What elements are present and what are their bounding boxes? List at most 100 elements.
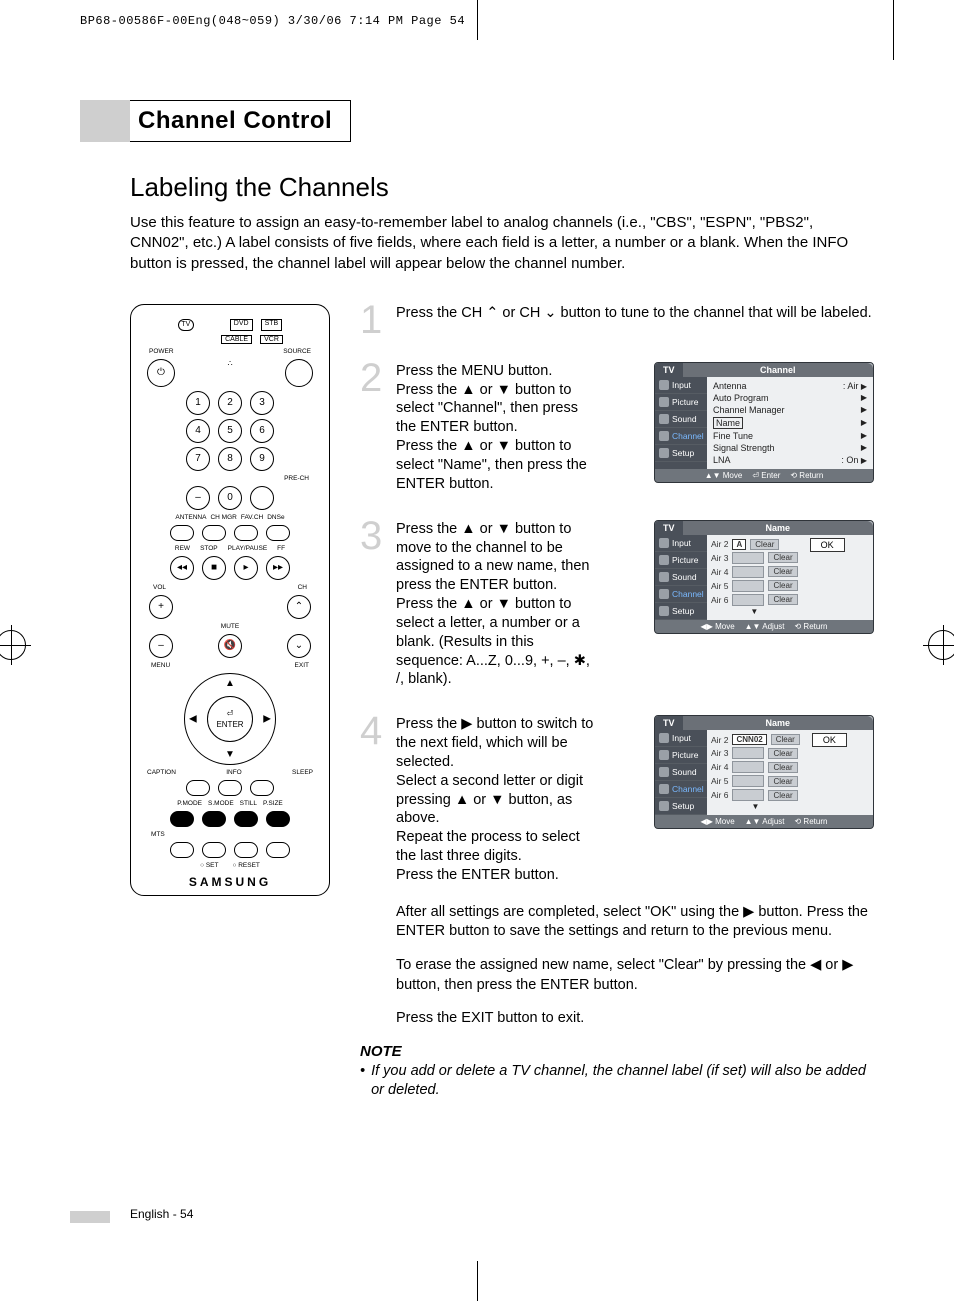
step-number: 3 — [360, 520, 386, 690]
bullet-icon: • — [360, 1062, 365, 1100]
page-folio: English - 54 — [130, 1207, 193, 1221]
remote-sleep-button — [250, 780, 274, 796]
remote-smode-label: S.MODE — [208, 800, 234, 807]
remote-pmode-label: P.MODE — [177, 800, 202, 807]
remote-illustration: TV DVD STB CABLE VCR POWER SOURCE ⏻ ∴ — [130, 304, 330, 896]
crop-mark-top — [477, 0, 478, 40]
step-number: 4 — [360, 715, 386, 885]
step-number: 2 — [360, 362, 386, 494]
osd-channel-menu: TVChannel Input Picture Sound Channel Se… — [654, 362, 874, 483]
step-1: 1 Press the CH ⌃ or CH ⌄ button to tune … — [360, 304, 874, 336]
remote-source-button — [285, 359, 313, 387]
registration-mark-left — [0, 630, 26, 660]
input-icon — [659, 380, 669, 390]
dpad-up-icon: ▲ — [225, 678, 235, 689]
remote-chmgr-button — [202, 525, 226, 541]
remote-caption-label: CAPTION — [147, 769, 176, 776]
remote-rew-label: REW — [175, 545, 190, 552]
note-heading: NOTE — [360, 1043, 874, 1060]
remote-stop-label: STOP — [200, 545, 218, 552]
remote-antenna-label: ANTENNA — [175, 514, 206, 521]
osd-title: Name — [683, 716, 873, 730]
remote-digit-1: 1 — [186, 391, 210, 415]
osd-side-channel: Channel — [655, 428, 707, 445]
sound-icon — [659, 414, 669, 424]
remote-antenna-button — [170, 525, 194, 541]
osd-side-channel: Channel — [672, 589, 704, 599]
osd-side-setup: Setup — [655, 445, 707, 462]
osd-clear-button: Clear — [750, 539, 779, 550]
folio-tab — [70, 1211, 110, 1223]
remote-digit-7: 7 — [186, 447, 210, 471]
osd-side-menu: Input Picture Sound Channel Setup — [655, 377, 707, 469]
osd-side-input: Input — [672, 538, 691, 548]
remote-digit-9: 9 — [250, 447, 274, 471]
picture-icon — [659, 397, 669, 407]
osd-side-sound: Sound — [655, 411, 707, 428]
page-content: Channel Control Labeling the Channels Us… — [130, 100, 874, 1099]
osd-title: Name — [683, 521, 873, 535]
crop-rule-right — [893, 0, 894, 60]
remote-chmgr-label: CH MGR — [210, 514, 236, 521]
step-text: Press the ▲ or ▼ button to move to the c… — [396, 520, 596, 690]
remote-set-label: ○ SET — [200, 862, 218, 869]
remote-digit-6: 6 — [250, 419, 274, 443]
remote-digit-3: 3 — [250, 391, 274, 415]
osd-name-menu: TVName Input Picture Sound Channel Setup — [654, 520, 874, 634]
remote-ch-up: ⌃ — [287, 595, 311, 619]
remote-ff-label: FF — [277, 545, 285, 552]
remote-dpad: ▲ ▼ ◀ ▶ ⏎ENTER — [184, 673, 276, 765]
remote-mute-button: 🔇 — [218, 634, 242, 658]
remote-digit-0: 0 — [218, 486, 242, 510]
note-body: • If you add or delete a TV channel, the… — [360, 1062, 874, 1100]
remote-vol-label: VOL — [153, 584, 166, 591]
remote-info-button — [218, 780, 242, 796]
remote-tv-mode: TV — [178, 319, 194, 331]
step-4: 4 Press the ▶ button to switch to the ne… — [360, 707, 874, 885]
step-text: Press the MENU button. Press the ▲ or ▼ … — [396, 362, 596, 494]
remote-still-button — [234, 811, 258, 827]
remote-vol-down: – — [149, 634, 173, 658]
step-number: 1 — [360, 304, 386, 336]
remote-info-label: INFO — [226, 769, 242, 776]
remote-mode-dvd: DVD — [230, 319, 253, 331]
remote-brand: SAMSUNG — [141, 875, 319, 889]
remote-dash: – — [186, 486, 210, 510]
remote-reset-label: ○ RESET — [232, 862, 259, 869]
remote-source-label: SOURCE — [283, 348, 311, 355]
section-banner-tab — [80, 100, 130, 142]
remote-still-label: STILL — [240, 800, 257, 807]
intro-paragraph: Use this feature to assign an easy-to-re… — [130, 213, 874, 274]
osd-name-field-filled: CNN02 — [732, 734, 766, 745]
remote-digit-5: 5 — [218, 419, 242, 443]
remote-enter-button: ⏎ENTER — [207, 696, 253, 742]
remote-rew-button: ◂◂ — [170, 556, 194, 580]
step-2: 2 Press the MENU button. Press the ▲ or … — [360, 354, 874, 494]
remote-mts-button — [170, 842, 194, 858]
remote-mts-label: MTS — [151, 831, 165, 838]
remote-blank-button-3 — [266, 842, 290, 858]
step-3: 3 Press the ▲ or ▼ button to move to the… — [360, 512, 874, 690]
remote-pmode-button — [170, 811, 194, 827]
remote-prech-label: PRE-CH — [284, 475, 309, 482]
osd-selected-item: Name — [713, 417, 743, 429]
remote-exit-label: EXIT — [295, 662, 309, 669]
step-text: Press the ▶ button to switch to the next… — [396, 715, 596, 885]
dpad-down-icon: ▼ — [225, 749, 235, 760]
osd-ok-button: OK — [812, 733, 847, 747]
crop-mark-bottom — [477, 1261, 478, 1301]
remote-favch-label: FAV.CH — [241, 514, 263, 521]
remote-mode-vcr: VCR — [260, 335, 283, 344]
remote-blank-button-2 — [234, 842, 258, 858]
remote-power-label: POWER — [149, 348, 174, 355]
remote-dnse-label: DNSe — [267, 514, 284, 521]
registration-mark-right — [928, 630, 954, 660]
osd-side-sound: Sound — [672, 572, 697, 582]
section-title: Channel Control — [130, 100, 351, 142]
remote-psize-button — [266, 811, 290, 827]
remote-dnse-button — [266, 525, 290, 541]
remote-ch-label: CH — [298, 584, 307, 591]
dpad-right-icon: ▶ — [263, 713, 271, 724]
remote-mute-label: MUTE — [221, 623, 239, 630]
osd-ok-button: OK — [810, 538, 845, 552]
